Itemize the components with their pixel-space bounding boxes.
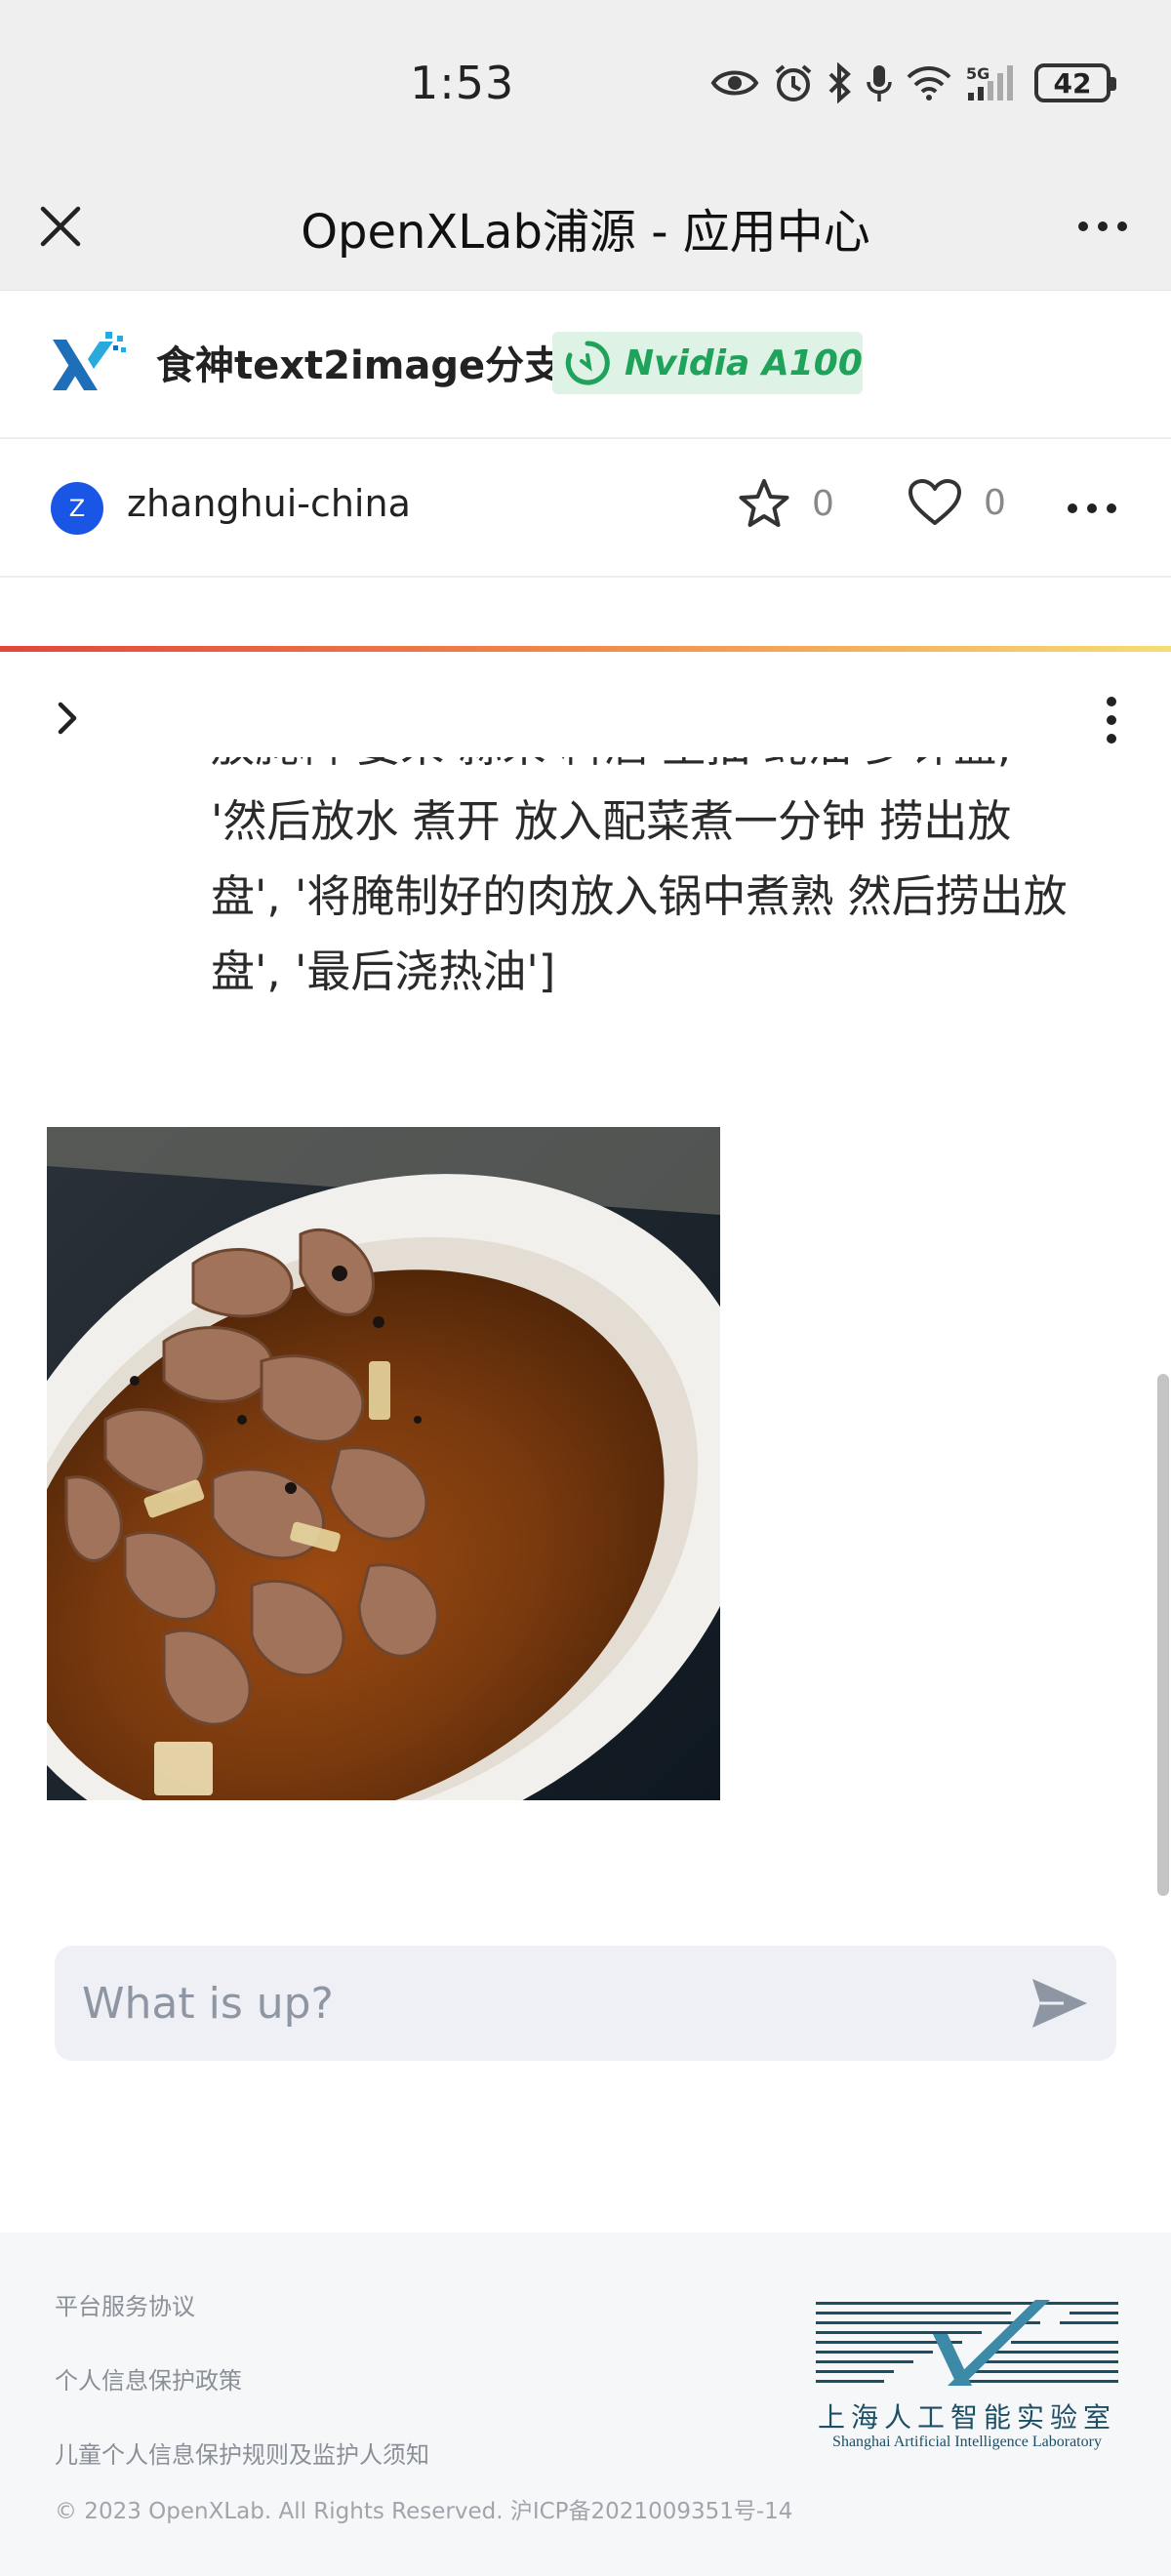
footer-link-privacy-policy[interactable]: 个人信息保护政策: [55, 2361, 242, 2395]
footer-link-children-privacy[interactable]: 儿童个人信息保护规则及监护人须知: [55, 2435, 429, 2470]
mic-icon: [867, 65, 892, 101]
dot: [1107, 734, 1116, 744]
message-line: '然后放水 煮开 放入配菜煮一分钟 捞出放: [211, 795, 1012, 847]
dot: [1078, 221, 1088, 231]
dot: [1117, 221, 1127, 231]
app-toolbar: [0, 683, 1171, 757]
star-icon: [739, 479, 789, 527]
lab-name-en: Shanghai Artificial Intelligence Laborat…: [832, 2434, 1102, 2450]
status-time: 1:53: [410, 57, 515, 109]
message-area: 放腌料 姜末 蒜末 料酒 生抽 蚝油 少许盐, '然后放水 煮开 放入配菜煮一分…: [0, 757, 1171, 1040]
project-title: 食神text2image分支: [156, 343, 564, 388]
signal-5g-icon: 5G: [966, 64, 1013, 101]
dot: [1107, 715, 1116, 725]
alarm-icon: [775, 64, 812, 101]
project-header: 食神text2image分支 Nvidia A100: [0, 291, 1171, 439]
food-image-svg: [47, 1127, 720, 1800]
scrollbar[interactable]: [1157, 1374, 1169, 1896]
dot: [1107, 503, 1116, 513]
page-title: OpenXLab浦源 - 应用中心: [301, 205, 870, 260]
footer-link-service-agreement[interactable]: 平台服务协议: [55, 2287, 195, 2321]
author-more-button[interactable]: [1068, 503, 1116, 513]
message-line: 放腌料 姜末 蒜末 料酒 生抽 蚝油 少许盐,: [211, 757, 1118, 784]
message-line: 盘', '将腌制好的肉放入锅中煮熟 然后捞出放: [211, 870, 1068, 922]
more-options-button[interactable]: [1064, 195, 1142, 258]
dot: [1068, 503, 1077, 513]
dot: [1098, 221, 1108, 231]
eye-icon: [710, 70, 759, 96]
copyright: © 2023 OpenXLab. All Rights Reserved. 沪I…: [55, 2499, 793, 2524]
avatar[interactable]: Z: [51, 482, 103, 535]
heart-icon: [909, 479, 961, 525]
status-bar: 1:53 5G 42: [0, 0, 1171, 164]
svg-text:5G: 5G: [966, 64, 989, 83]
author-row: Z zhanghui-china 0 0: [0, 439, 1171, 578]
chat-input[interactable]: [82, 1967, 999, 2039]
chat-input-box: [55, 1946, 1116, 2061]
star-button[interactable]: 0: [738, 478, 834, 529]
bluetooth-icon: [828, 62, 851, 103]
like-button[interactable]: 0: [908, 478, 1006, 527]
generated-food-image: [47, 1127, 720, 1800]
gpu-status-icon: [565, 341, 610, 385]
wifi-icon: [907, 66, 951, 101]
chevron-right-icon[interactable]: [49, 699, 88, 738]
send-icon[interactable]: [1030, 1977, 1089, 2030]
like-count: 0: [984, 482, 1006, 523]
vertical-more-button[interactable]: [1107, 697, 1116, 744]
message-line: 盘', '最后浇热油']: [211, 946, 556, 997]
app-bar: OpenXLab浦源 - 应用中心: [0, 164, 1171, 291]
status-icons: 5G 42: [710, 59, 1116, 107]
battery-icon: 42: [1034, 63, 1116, 102]
battery-level: 42: [1053, 66, 1092, 100]
gpu-label: Nvidia A100: [625, 342, 863, 383]
lab-name-cn: 上海人工智能实验室: [817, 2401, 1116, 2434]
dot: [1107, 697, 1116, 706]
author-name[interactable]: zhanghui-china: [127, 482, 411, 525]
openxlab-logo: [53, 332, 126, 390]
dot: [1087, 503, 1097, 513]
message-text: 放腌料 姜末 蒜末 料酒 生抽 蚝油 少许盐, '然后放水 煮开 放入配菜煮一分…: [211, 757, 1118, 1009]
star-count: 0: [812, 483, 834, 524]
gradient-divider: [0, 646, 1171, 652]
gpu-badge: Nvidia A100: [552, 332, 863, 394]
footer: 平台服务协议 个人信息保护政策 儿童个人信息保护规则及监护人须知 © 2023 …: [0, 2233, 1171, 2576]
